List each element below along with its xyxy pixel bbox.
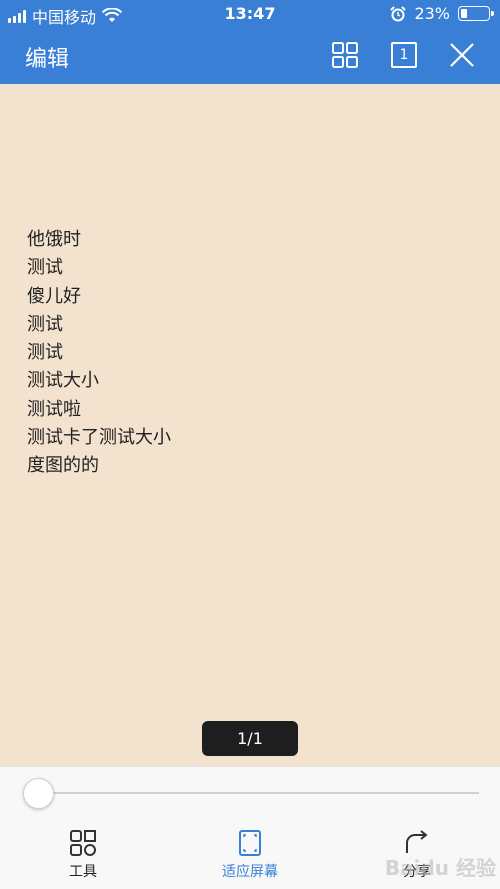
- page-title: 编辑: [25, 47, 70, 72]
- document-line: 测试: [27, 257, 63, 279]
- page-indicator: 1/1: [202, 721, 298, 756]
- status-right: 23%: [390, 4, 494, 23]
- document-line: 傻儿好: [27, 285, 81, 307]
- single-page-label: 1: [399, 47, 409, 63]
- document-line: 测试: [27, 313, 63, 335]
- fit-screen-icon: [239, 830, 261, 856]
- tools-icon: [70, 830, 96, 856]
- close-icon[interactable]: [449, 42, 475, 68]
- fit-screen-label: 适应屏幕: [222, 864, 278, 880]
- app-header: 中国移动 13:47 23% 编辑 1: [0, 0, 500, 84]
- document-content: 他饿时 测试 傻儿好 测试 测试 测试大小 测试啦 测试卡了测试大小 度图的的: [27, 226, 171, 481]
- single-page-button[interactable]: 1: [391, 42, 417, 68]
- document-line: 测试卡了测试大小: [27, 427, 171, 449]
- document-line: 测试大小: [27, 370, 99, 392]
- bottom-toolbar: 工具 适应屏幕 分享 Baidu 经验: [0, 766, 500, 889]
- tools-button[interactable]: 工具: [33, 829, 133, 887]
- battery-percent: 23%: [414, 4, 450, 23]
- document-line: 度图的的: [27, 455, 99, 477]
- battery-fill: [461, 9, 467, 18]
- status-bar: 中国移动 13:47 23%: [0, 0, 500, 28]
- zoom-slider-track[interactable]: [24, 792, 479, 794]
- document-line: 他饿时: [27, 229, 81, 250]
- zoom-slider-thumb[interactable]: [23, 778, 54, 809]
- tools-label: 工具: [69, 864, 97, 880]
- fit-screen-button[interactable]: 适应屏幕: [200, 829, 300, 887]
- alarm-icon: [390, 5, 407, 21]
- grid-view-icon[interactable]: [332, 42, 358, 68]
- battery-icon: [458, 6, 494, 21]
- document-line: 测试: [27, 342, 63, 364]
- document-line: 测试啦: [27, 398, 81, 420]
- baidu-watermark: Baidu 经验: [384, 856, 496, 880]
